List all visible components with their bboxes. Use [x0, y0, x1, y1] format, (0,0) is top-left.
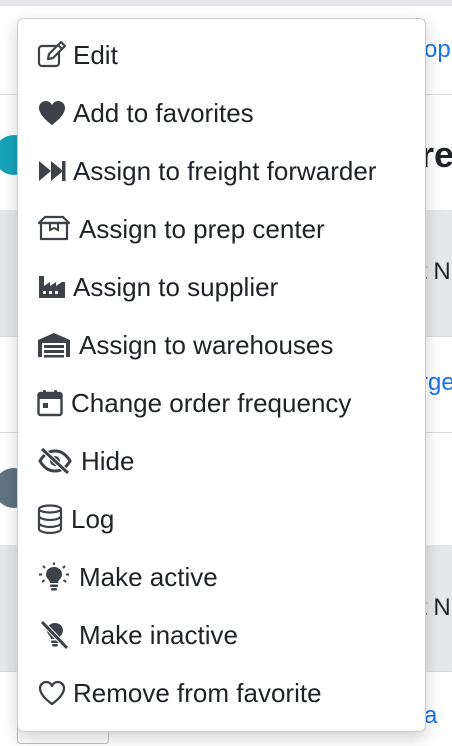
box-icon	[37, 212, 77, 246]
menu-item-label: Make active	[79, 562, 218, 592]
menu-item-remove-from-favorite[interactable]: Remove from favorite	[18, 664, 425, 722]
menu-item-label: Remove from favorite	[73, 678, 322, 708]
fast-forward-icon	[37, 154, 71, 188]
lightbulb-on-icon	[37, 560, 77, 594]
menu-item-assign-freight-forwarder[interactable]: Assign to freight forwarder	[18, 142, 425, 200]
menu-item-make-inactive[interactable]: Make inactive	[18, 606, 425, 664]
menu-item-label: Assign to prep center	[79, 214, 325, 244]
industry-icon	[37, 270, 71, 304]
top-link-fragment[interactable]: op	[424, 36, 451, 64]
menu-item-assign-warehouses[interactable]: Assign to warehouses	[18, 316, 425, 374]
edit-icon	[37, 38, 71, 72]
menu-item-add-to-favorites[interactable]: Add to favorites	[18, 84, 425, 142]
menu-item-label: Make inactive	[79, 620, 238, 650]
menu-item-label: Assign to supplier	[73, 272, 279, 302]
menu-item-label: Edit	[73, 40, 118, 70]
menu-item-label: Hide	[81, 446, 135, 476]
menu-item-label: Add to favorites	[73, 98, 254, 128]
warehouse-icon	[37, 328, 77, 362]
bottom-link-fragment[interactable]: a	[424, 702, 437, 730]
eye-slash-icon	[37, 444, 79, 478]
menu-item-assign-supplier[interactable]: Assign to supplier	[18, 258, 425, 316]
menu-item-label: Assign to freight forwarder	[73, 156, 377, 186]
menu-item-make-active[interactable]: Make active	[18, 548, 425, 606]
database-icon	[37, 502, 69, 536]
menu-item-assign-prep-center[interactable]: Assign to prep center	[18, 200, 425, 258]
heart-outline-icon	[37, 676, 71, 710]
lightbulb-slash-icon	[37, 618, 77, 652]
heart-icon	[37, 96, 71, 130]
menu-item-label: Assign to warehouses	[79, 330, 334, 360]
menu-item-hide[interactable]: Hide	[18, 432, 425, 490]
menu-item-label: Change order frequency	[71, 388, 352, 418]
menu-item-edit[interactable]: Edit	[18, 26, 425, 84]
menu-item-log[interactable]: Log	[18, 490, 425, 548]
menu-item-change-order-frequency[interactable]: Change order frequency	[18, 374, 425, 432]
menu-item-label: Log	[71, 504, 115, 534]
calendar-icon	[37, 386, 69, 420]
actions-dropdown-menu: Edit Add to favorites Assign to freight …	[17, 18, 426, 732]
